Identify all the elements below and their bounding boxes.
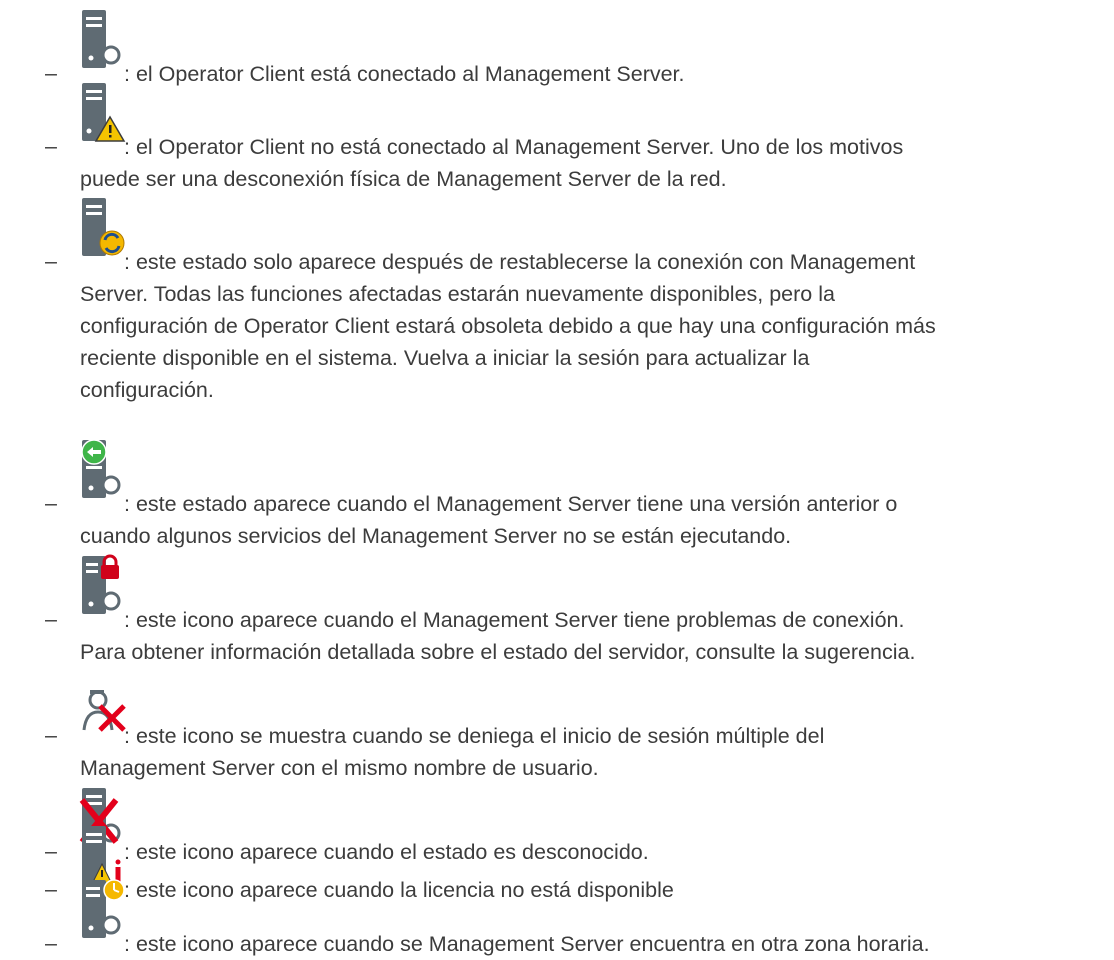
bullet-dash: – [45, 491, 57, 515]
list-item: – : el Operator Client no está conectado… [0, 83, 1114, 195]
server-old-version-icon [81, 439, 121, 498]
server-timezone-icon [82, 879, 125, 938]
server-refresh-icon [82, 198, 125, 256]
item-text: : este icono aparece cuando el Managemen… [124, 608, 905, 632]
server-warning-icon [82, 83, 126, 142]
server-license-icon [82, 826, 121, 885]
server-connected-icon [82, 10, 121, 68]
item-text-continued: configuración. [80, 378, 214, 402]
item-text: : este icono aparece cuando se Managemen… [124, 932, 930, 956]
item-text: : el Operator Client no está conectado a… [124, 135, 904, 159]
bullet-dash: – [45, 723, 57, 747]
list-item: – : el Operator Client está conectado al… [0, 10, 1114, 86]
bullet-dash: – [45, 607, 57, 631]
item-text: : este icono se muestra cuando se denieg… [124, 724, 825, 748]
list-item: – : este icono se muestra cuando se deni… [0, 672, 1114, 784]
bullet-dash: – [45, 249, 57, 273]
item-text-continued: puede ser una desconexión física de Mana… [80, 167, 727, 191]
item-text-continued: Server. Todas las funciones afectadas es… [80, 282, 835, 306]
item-text: : este estado aparece cuando el Manageme… [124, 492, 898, 516]
item-text: : este estado solo aparece después de re… [124, 250, 916, 274]
item-text-continued: Para obtener información detallada sobre… [80, 640, 916, 664]
server-lock-icon [82, 554, 121, 614]
list-item: – : este estado aparece cuando el Manage… [0, 439, 1114, 552]
item-text-continued: reciente disponible en el sistema. Vuelv… [80, 346, 810, 370]
list-item: – : este icono aparece cuando el Managem… [0, 554, 1114, 668]
list-item: – : este icono aparece cuando se Managem… [0, 879, 1114, 956]
item-text-continued: cuando algunos servicios del Management … [80, 524, 792, 548]
bullet-dash: – [45, 931, 57, 955]
list-item: – : este estado solo aparece después de … [0, 198, 1114, 438]
item-text-continued: Management Server con el mismo nombre de… [80, 756, 599, 780]
cropped-text-fragment [0, 0, 1114, 7]
item-text-continued: configuración de Operator Client estará … [80, 314, 936, 338]
user-login-denied-icon [82, 690, 126, 732]
bullet-dash: – [45, 134, 57, 158]
